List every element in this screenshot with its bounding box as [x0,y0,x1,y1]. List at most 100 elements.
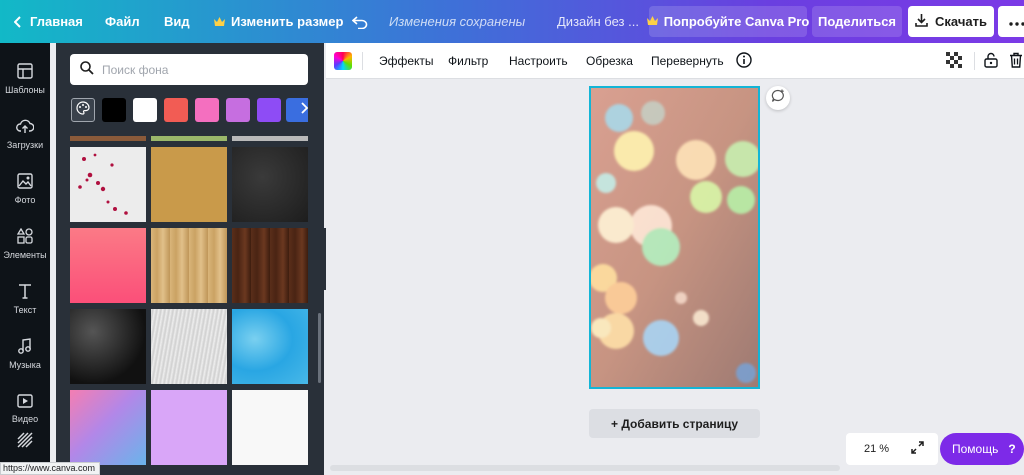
color-swatch-orchid[interactable] [226,98,250,122]
share-button[interactable]: Поделиться [812,6,902,37]
chevron-right-icon [300,101,308,119]
rail-item-photos[interactable]: Фото [0,161,50,216]
info-icon [736,51,752,71]
color-swatch-black[interactable] [102,98,126,122]
zoom-level[interactable]: 21 % [864,443,889,455]
try-pro-label: Попробуйте Canva Pro [663,14,810,29]
undo-button[interactable] [352,0,368,43]
side-rail: Шаблоны Загрузки Фото Элементы Текст Муз… [0,43,50,475]
add-comment-button[interactable] [766,86,790,110]
background-thumbnail[interactable] [151,136,227,141]
palette-icon [76,100,90,120]
background-thumbnail[interactable] [70,390,146,465]
effects-button[interactable]: Эффекты [379,43,434,79]
panel-scrollbar[interactable] [318,313,321,383]
design-title[interactable]: Дизайн без ... [557,0,639,43]
background-thumbnail[interactable] [232,309,308,384]
rail-label: Элементы [3,249,47,260]
info-button[interactable] [736,43,752,79]
comment-icon [771,89,785,108]
crown-icon [214,16,225,27]
background-thumbnail[interactable] [151,309,227,384]
background-thumbnail[interactable] [232,390,308,465]
templates-icon [17,62,33,85]
filter-button[interactable]: Фильтр [448,43,488,79]
bokeh-background-image [591,88,758,387]
upload-icon [16,118,35,140]
help-button[interactable]: Помощь ? [940,433,1024,465]
background-thumbnail[interactable] [70,228,146,303]
color-picker-button[interactable] [334,43,352,79]
canvas-horizontal-scrollbar[interactable] [330,465,840,471]
more-options-button[interactable] [998,6,1024,37]
rail-label: Фото [14,194,36,205]
background-thumbnail[interactable] [70,136,146,141]
background-thumbnail[interactable] [232,147,308,222]
chevron-left-icon [14,15,22,28]
lock-icon [984,52,998,71]
background-thumbnail[interactable] [232,136,308,141]
rail-item-elements[interactable]: Элементы [0,216,50,271]
transparency-button[interactable] [946,43,962,79]
crown-icon [646,14,658,29]
flip-button[interactable]: Перевернуть [651,43,724,79]
rail-item-uploads[interactable]: Загрузки [0,106,50,161]
saved-status: Изменения сохранены [389,14,526,29]
resize-button[interactable]: Изменить размер [214,0,343,43]
color-swatch-violet[interactable] [257,98,281,122]
color-swatch-pink[interactable] [195,98,219,122]
background-thumbnail[interactable] [70,147,146,222]
view-menu[interactable]: Вид [164,0,190,43]
zoom-control[interactable]: 21 % [846,433,938,465]
petals-image [78,153,128,215]
background-thumbnail[interactable] [151,228,227,303]
video-icon [17,393,33,414]
design-page[interactable] [589,86,760,389]
transparency-icon [946,51,962,71]
rail-label: Текст [13,304,37,315]
image-toolbar: Эффекты Фильтр Настроить Обрезка Перевер… [326,43,1024,79]
search-box [70,54,308,85]
rail-item-templates[interactable]: Шаблоны [0,51,50,106]
delete-button[interactable] [1009,43,1023,79]
more-dots-icon [1009,14,1024,29]
fullscreen-icon[interactable] [911,441,924,457]
rail-label: Музыка [9,359,41,370]
rail-item-music[interactable]: Музыка [0,326,50,381]
background-thumbnail[interactable] [232,228,308,303]
add-page-button[interactable]: + Добавить страницу [589,409,760,438]
rail-label: Шаблоны [5,84,45,95]
search-input[interactable] [102,62,292,77]
resize-label: Изменить размер [231,14,344,29]
search-icon [80,61,94,78]
color-swatch-white[interactable] [133,98,157,122]
swatch-next-button[interactable] [296,98,312,122]
background-thumbnail[interactable] [151,390,227,465]
top-bar: Главная Файл Вид Изменить размер Изменен… [0,0,1024,43]
question-icon: ? [1008,442,1016,456]
file-menu[interactable]: Файл [105,0,140,43]
download-icon [915,13,928,30]
rail-label: Видео [11,413,39,424]
text-icon [18,283,32,305]
rail-item-text[interactable]: Текст [0,271,50,326]
adjust-button[interactable]: Настроить [509,43,568,79]
elements-icon [16,227,33,250]
trash-icon [1009,52,1023,71]
browser-status-url: https://www.canva.com [0,462,100,475]
help-label: Помощь [952,442,999,456]
custom-color-button[interactable] [71,98,95,122]
crop-button[interactable]: Обрезка [586,43,633,79]
home-button[interactable]: Главная [14,0,83,43]
background-panel [56,43,324,475]
background-thumbnail[interactable] [151,147,227,222]
background-thumbnail[interactable] [70,309,146,384]
try-pro-button[interactable]: Попробуйте Canva Pro [646,6,810,37]
undo-icon [352,15,368,29]
download-button[interactable]: Скачать [908,6,994,37]
lock-button[interactable] [984,43,998,79]
color-swatch-red[interactable] [164,98,188,122]
home-label: Главная [30,14,83,29]
rail-item-background[interactable] [0,423,50,463]
photo-icon [17,172,33,195]
